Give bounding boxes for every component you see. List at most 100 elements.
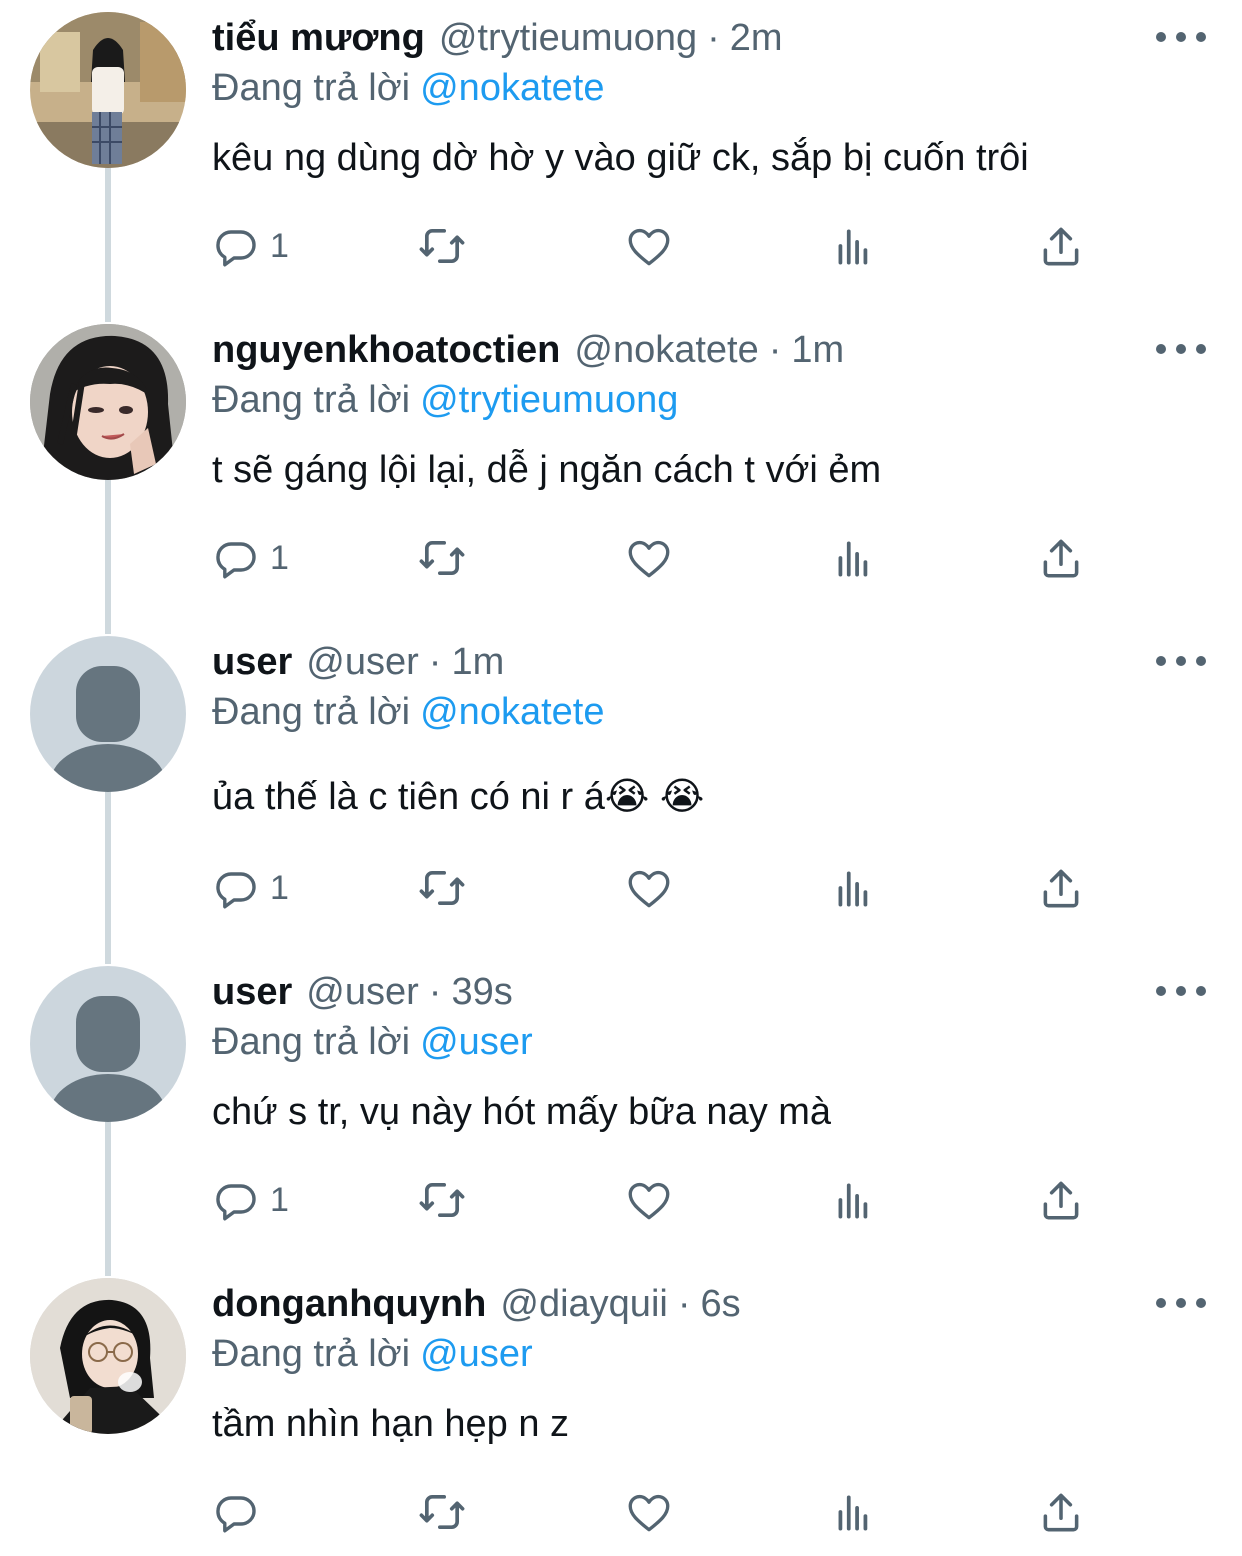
views-icon bbox=[838, 229, 868, 265]
reply-button[interactable]: 1 bbox=[212, 530, 289, 586]
more-options-icon[interactable] bbox=[1156, 984, 1206, 998]
avatar[interactable] bbox=[30, 12, 186, 168]
mention-link[interactable]: @nokatete bbox=[420, 67, 604, 109]
tweet[interactable]: nguyenkhoatoctien @nokatete · 1m Đang tr… bbox=[0, 312, 1242, 624]
more-options-icon[interactable] bbox=[1156, 1296, 1206, 1310]
display-name[interactable]: user bbox=[212, 968, 292, 1016]
tweet[interactable]: user @user · 1m Đang trả lời @nokatete ủa… bbox=[0, 624, 1242, 954]
reply-icon bbox=[216, 1496, 256, 1533]
retweet-icon bbox=[419, 1494, 465, 1530]
username[interactable]: @user bbox=[306, 638, 419, 686]
share-button[interactable] bbox=[1036, 218, 1086, 274]
like-button[interactable] bbox=[624, 860, 674, 916]
reply-context: Đang trả lời @user bbox=[212, 1330, 533, 1378]
more-options-icon[interactable] bbox=[1156, 342, 1206, 356]
avatar[interactable] bbox=[30, 324, 186, 480]
separator: · bbox=[428, 971, 442, 1013]
reply-button[interactable] bbox=[212, 1484, 270, 1540]
retweet-button[interactable] bbox=[416, 530, 468, 586]
retweet-button[interactable] bbox=[416, 860, 468, 916]
avatar[interactable] bbox=[30, 966, 186, 1122]
views-button[interactable] bbox=[830, 218, 880, 274]
share-button[interactable] bbox=[1036, 530, 1086, 586]
display-name[interactable]: nguyenkhoatoctien bbox=[212, 326, 560, 374]
reply-context: Đang trả lời @nokatete bbox=[212, 688, 604, 736]
views-button[interactable] bbox=[830, 1484, 880, 1540]
share-icon bbox=[1043, 1493, 1079, 1532]
separator: · bbox=[768, 329, 782, 371]
mention-link[interactable]: @user bbox=[420, 1333, 533, 1375]
reply-context: Đang trả lời @trytieumuong bbox=[212, 376, 678, 424]
retweet-icon bbox=[419, 228, 465, 264]
views-icon bbox=[838, 541, 868, 577]
reply-icon bbox=[216, 230, 256, 267]
reply-prefix: Đang trả lời bbox=[212, 1333, 411, 1375]
reply-button[interactable]: 1 bbox=[212, 860, 289, 916]
share-button[interactable] bbox=[1036, 860, 1086, 916]
like-button[interactable] bbox=[624, 1484, 674, 1540]
reply-icon bbox=[216, 1184, 256, 1221]
views-button[interactable] bbox=[830, 1172, 880, 1228]
separator: · bbox=[707, 17, 720, 59]
reply-button[interactable]: 1 bbox=[212, 1172, 289, 1228]
avatar[interactable] bbox=[30, 1278, 186, 1434]
mention-link[interactable]: @nokatete bbox=[420, 691, 604, 733]
like-button[interactable] bbox=[624, 530, 674, 586]
like-button[interactable] bbox=[624, 218, 674, 274]
mention-link[interactable]: @user bbox=[420, 1021, 533, 1063]
display-name[interactable]: tiểu mương bbox=[212, 14, 425, 62]
tweet[interactable]: user @user · 39s Đang trả lời @user chứ s… bbox=[0, 954, 1242, 1266]
reply-count: 1 bbox=[270, 868, 289, 907]
avatar[interactable] bbox=[30, 636, 186, 792]
tweet[interactable]: donganhquynh @diayquii · 6s Đang trả lời… bbox=[0, 1266, 1242, 1556]
username[interactable]: @diayquii bbox=[500, 1280, 667, 1328]
timestamp[interactable]: 1m bbox=[451, 638, 504, 686]
username[interactable]: @nokatete bbox=[574, 326, 758, 374]
retweet-button[interactable] bbox=[416, 1484, 468, 1540]
timestamp[interactable]: 2m bbox=[730, 14, 783, 62]
tweet-header: donganhquynh @diayquii · 6s bbox=[212, 1280, 741, 1328]
display-name[interactable]: donganhquynh bbox=[212, 1280, 486, 1328]
share-icon bbox=[1043, 227, 1079, 266]
tweet-text: ủa thế là c tiên có ni r á😭 😭 bbox=[212, 776, 705, 818]
tweet-header: user @user · 39s bbox=[212, 968, 513, 1016]
like-icon bbox=[628, 870, 670, 908]
action-bar: 1 bbox=[212, 1172, 1092, 1228]
reply-count: 1 bbox=[270, 538, 289, 577]
mention-link[interactable]: @trytieumuong bbox=[420, 379, 678, 421]
more-options-icon[interactable] bbox=[1156, 30, 1206, 44]
reply-prefix: Đang trả lời bbox=[212, 1021, 411, 1063]
reply-prefix: Đang trả lời bbox=[212, 691, 411, 733]
share-button[interactable] bbox=[1036, 1172, 1086, 1228]
tweet-text: kêu ng dùng dờ hờ y vào giữ ck, sắp bị c… bbox=[212, 137, 1029, 179]
tweet-text: t sẽ gáng lội lại, dễ j ngăn cách t với … bbox=[212, 449, 882, 491]
retweet-button[interactable] bbox=[416, 1172, 468, 1228]
more-options-icon[interactable] bbox=[1156, 654, 1206, 668]
tweet[interactable]: tiểu mương @trytieumuong · 2m Đang trả l… bbox=[0, 0, 1242, 312]
tweet-header: tiểu mương @trytieumuong · 2m bbox=[212, 14, 783, 62]
like-icon bbox=[628, 540, 670, 578]
reply-count: 1 bbox=[270, 226, 289, 265]
views-button[interactable] bbox=[830, 530, 880, 586]
views-icon bbox=[838, 1495, 868, 1531]
username[interactable]: @trytieumuong bbox=[439, 14, 697, 62]
tweet-header: user @user · 1m bbox=[212, 638, 504, 686]
timestamp[interactable]: 39s bbox=[451, 968, 512, 1016]
timestamp[interactable]: 6s bbox=[700, 1280, 740, 1328]
views-icon bbox=[838, 1183, 868, 1219]
share-icon bbox=[1043, 869, 1079, 908]
username[interactable]: @user bbox=[306, 968, 419, 1016]
tweet-header: nguyenkhoatoctien @nokatete · 1m bbox=[212, 326, 844, 374]
like-button[interactable] bbox=[624, 1172, 674, 1228]
retweet-icon bbox=[419, 1182, 465, 1218]
views-button[interactable] bbox=[830, 860, 880, 916]
retweet-button[interactable] bbox=[416, 218, 468, 274]
reply-count: 1 bbox=[270, 1180, 289, 1219]
display-name[interactable]: user bbox=[212, 638, 292, 686]
timestamp[interactable]: 1m bbox=[791, 326, 844, 374]
reply-icon bbox=[216, 872, 256, 909]
reply-icon bbox=[216, 542, 256, 579]
action-bar bbox=[212, 1484, 1092, 1540]
share-button[interactable] bbox=[1036, 1484, 1086, 1540]
reply-button[interactable]: 1 bbox=[212, 218, 289, 274]
